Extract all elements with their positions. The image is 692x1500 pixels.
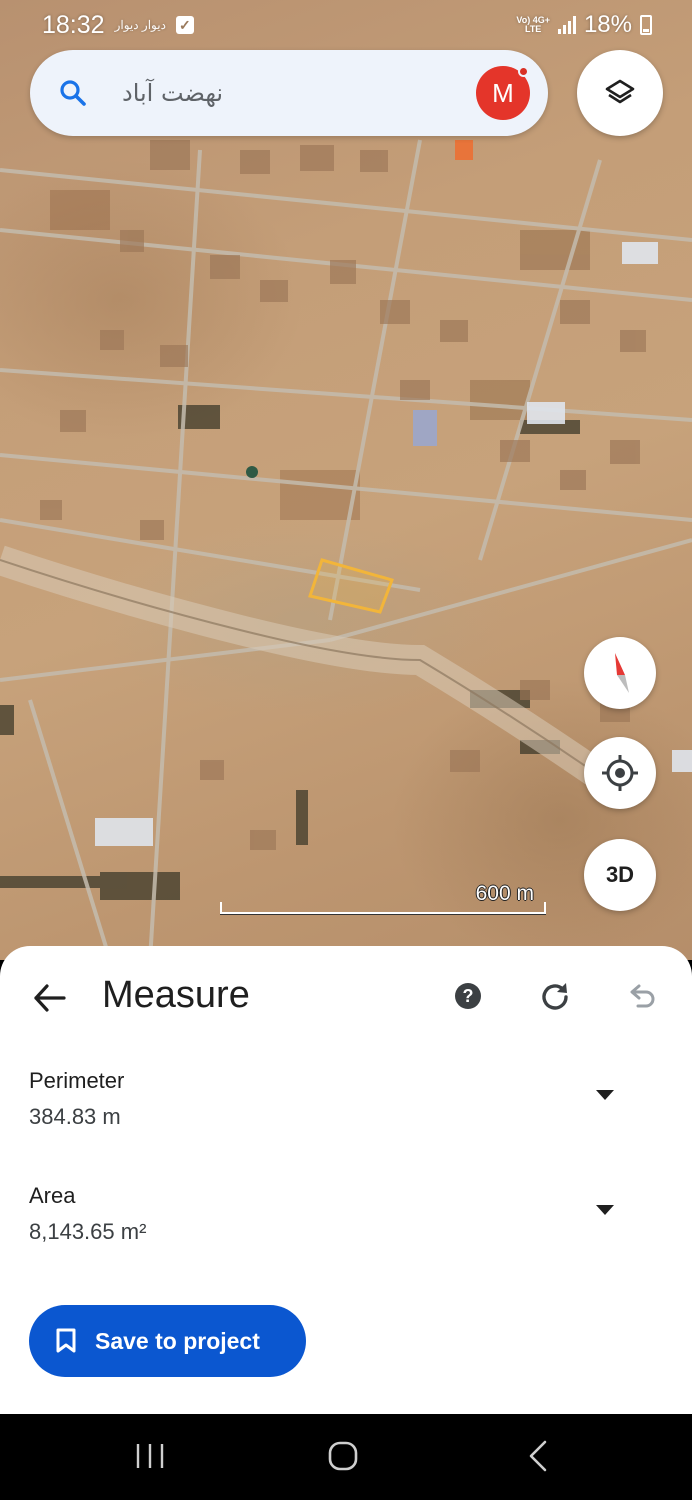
- area-label: Area: [29, 1183, 76, 1208]
- perimeter-value: 384.83 m: [29, 1104, 121, 1129]
- svg-text:?: ?: [463, 986, 474, 1006]
- scale-line: [220, 902, 546, 914]
- home-icon[interactable]: [328, 1441, 358, 1471]
- 3d-button[interactable]: 3D: [584, 839, 656, 911]
- scale-bar: 600 m: [218, 878, 548, 918]
- 3d-label: 3D: [605, 862, 635, 887]
- battery-icon: [640, 15, 652, 35]
- save-to-project-button[interactable]: Save to project: [29, 1305, 306, 1377]
- search-icon[interactable]: [58, 78, 88, 108]
- measure-polygon: [308, 558, 394, 614]
- check-icon: ✓: [175, 16, 194, 34]
- back-arrow-icon[interactable]: [30, 978, 70, 1018]
- reset-icon[interactable]: [538, 980, 572, 1014]
- battery-percent: 18%: [583, 11, 632, 38]
- measure-sheet: Measure ? Perimeter 384.83 m Area 8,143.…: [0, 946, 692, 1414]
- map-imagery: [0, 139, 692, 960]
- undo-icon[interactable]: [624, 980, 658, 1014]
- network-icon: Vo) 4G+ LTE: [516, 15, 550, 34]
- layers-button[interactable]: [577, 50, 663, 136]
- system-nav-bar: [0, 1414, 692, 1500]
- save-button-label: Save to project: [95, 1327, 260, 1354]
- search-input[interactable]: نهضت آباد: [88, 79, 476, 107]
- status-right: Vo) 4G+ LTE 18%: [516, 11, 652, 39]
- search-bar[interactable]: نهضت آباد M: [30, 50, 548, 136]
- notification-text: دیوار دیوار: [114, 18, 166, 32]
- layers-icon: [605, 79, 635, 104]
- bookmark-icon: [56, 1328, 76, 1353]
- status-bar: 18:32 دیوار دیوار ✓ Vo) 4G+ LTE 18%: [0, 0, 692, 50]
- area-row[interactable]: Area 8,143.65 m²: [0, 1183, 692, 1263]
- page-title: Measure: [102, 974, 250, 1016]
- notification-dot: [518, 66, 529, 77]
- my-location-icon: [602, 755, 638, 791]
- recents-icon[interactable]: [135, 1442, 165, 1470]
- nav-back-icon[interactable]: [528, 1440, 548, 1472]
- area-value: 8,143.65 m²: [29, 1219, 147, 1244]
- help-icon[interactable]: ?: [454, 982, 482, 1010]
- compass-icon: [615, 653, 629, 693]
- avatar-letter: M: [492, 77, 514, 108]
- measure-header: Measure ?: [0, 946, 692, 1048]
- avatar[interactable]: M: [476, 66, 530, 120]
- area-dropdown-icon[interactable]: [594, 1203, 616, 1217]
- satellite-map[interactable]: 600 m: [0, 0, 692, 960]
- signal-icon: [557, 16, 576, 34]
- status-left: 18:32 دیوار دیوار ✓: [42, 11, 194, 40]
- perimeter-label: Perimeter: [29, 1068, 125, 1093]
- perimeter-dropdown-icon[interactable]: [594, 1088, 616, 1102]
- status-time: 18:32: [42, 10, 105, 39]
- perimeter-row[interactable]: Perimeter 384.83 m: [0, 1068, 692, 1148]
- compass-button[interactable]: [584, 637, 656, 709]
- my-location-button[interactable]: [584, 737, 656, 809]
